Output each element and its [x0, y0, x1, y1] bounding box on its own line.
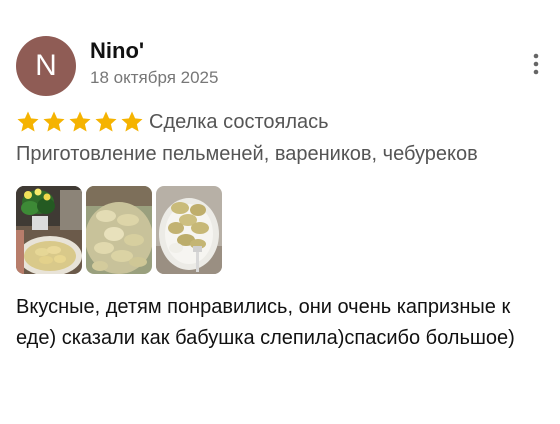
review-photo[interactable] — [156, 186, 222, 274]
service-title[interactable]: Приготовление пельменей, вареников, чебу… — [16, 143, 478, 166]
deal-status: Сделка состоялась — [149, 111, 329, 133]
review-date: 18 октября 2025 — [90, 68, 219, 87]
star-icon — [69, 111, 91, 132]
more-options-button[interactable] — [524, 50, 548, 78]
star-icon — [95, 111, 117, 132]
avatar[interactable]: N — [16, 36, 76, 96]
author-name[interactable]: Nino' — [90, 38, 144, 64]
photo-gallery — [16, 186, 222, 274]
rating-stars — [16, 110, 144, 134]
review-text: Вкусные, детям понравились, они очень ка… — [16, 296, 515, 349]
star-icon — [121, 111, 143, 132]
more-vertical-icon — [533, 53, 539, 75]
star-icon — [43, 111, 65, 132]
review-card: N Nino' 18 октября 2025 Сделка состоялас… — [0, 0, 560, 424]
review-photo[interactable] — [16, 186, 82, 274]
star-icon — [17, 111, 39, 132]
review-photo[interactable] — [86, 186, 152, 274]
avatar-initial: N — [35, 49, 57, 82]
